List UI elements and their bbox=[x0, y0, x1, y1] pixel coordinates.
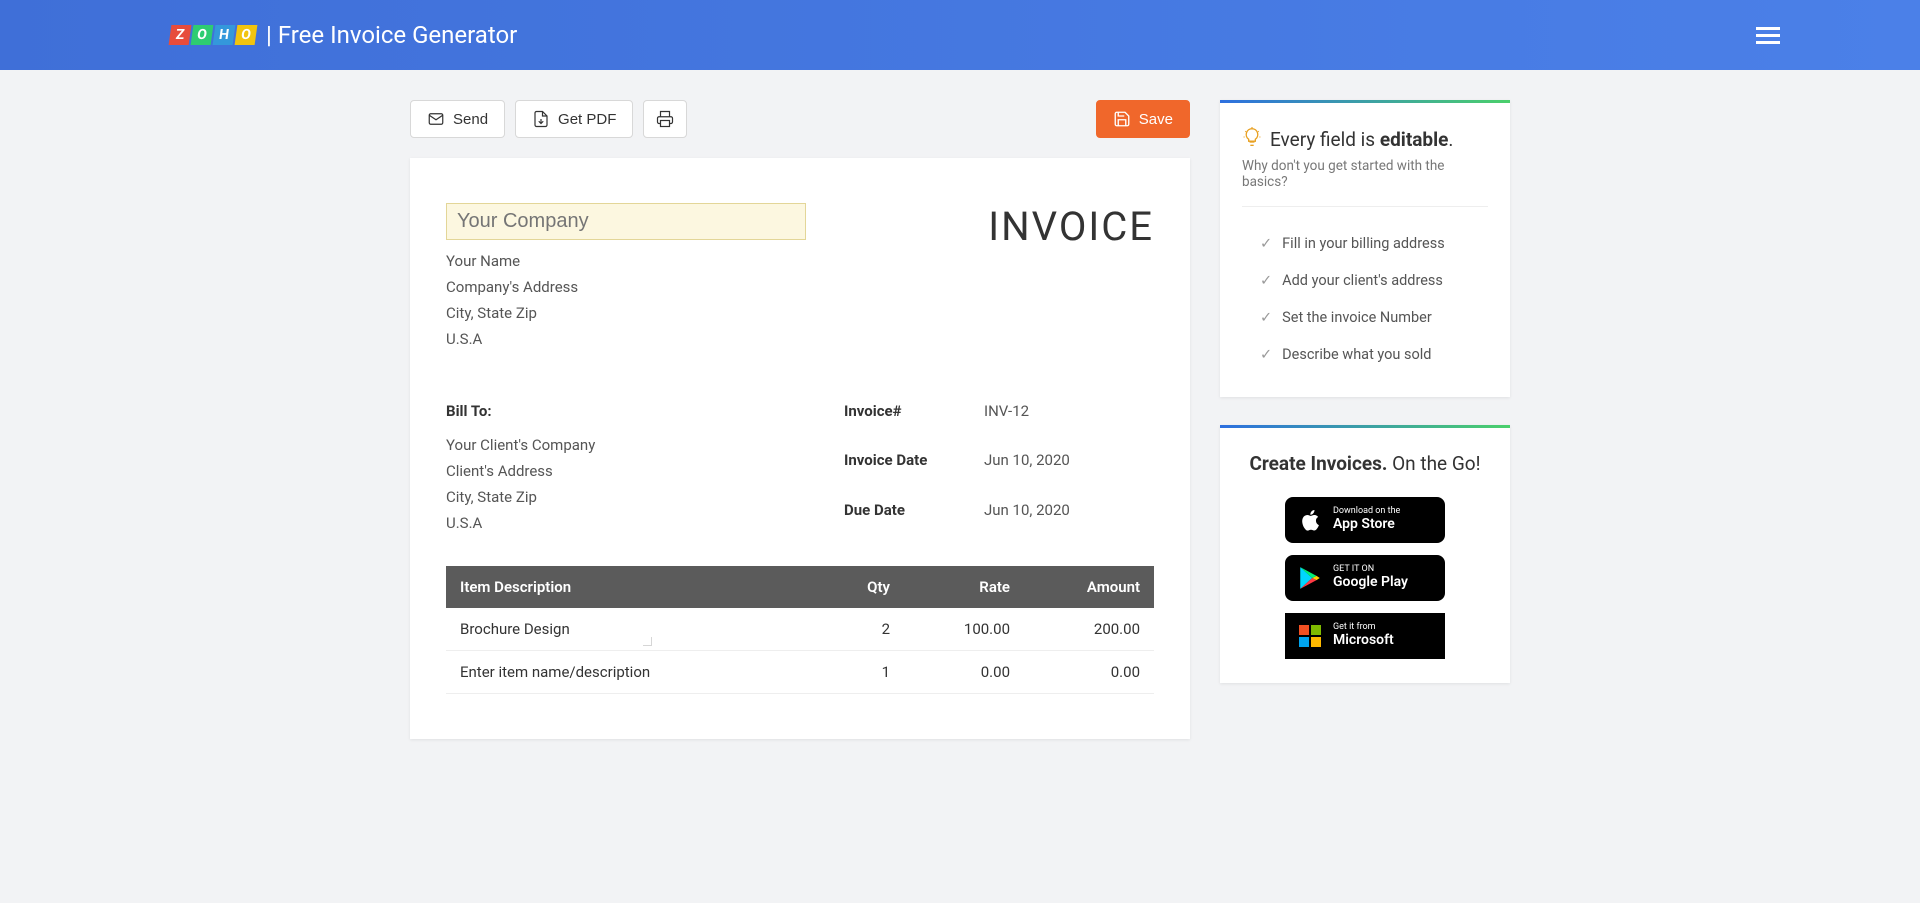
google-play-icon bbox=[1297, 565, 1323, 591]
client-company-field[interactable]: Your Client's Company bbox=[446, 432, 814, 458]
tip-item: Describe what you sold bbox=[1260, 336, 1488, 373]
google-play-badge[interactable]: GET IT ONGoogle Play bbox=[1285, 555, 1445, 601]
col-qty: Qty bbox=[814, 566, 904, 608]
company-address-field[interactable]: Company's Address bbox=[446, 274, 806, 300]
col-rate: Rate bbox=[904, 566, 1024, 608]
item-desc[interactable]: Brochure Design bbox=[446, 608, 814, 651]
microsoft-badge[interactable]: Get it fromMicrosoft bbox=[1285, 613, 1445, 659]
company-name-input[interactable] bbox=[446, 203, 806, 240]
promo-card: Create Invoices. On the Go! Download on … bbox=[1220, 425, 1510, 683]
items-table: Item Description Qty Rate Amount Brochur… bbox=[446, 566, 1154, 694]
lightbulb-icon bbox=[1242, 127, 1262, 152]
client-address-field[interactable]: Client's Address bbox=[446, 458, 814, 484]
get-pdf-button[interactable]: Get PDF bbox=[515, 100, 633, 138]
invoice-number-label: Invoice# bbox=[844, 402, 964, 437]
table-row-new: Enter item name/description 1 0.00 0.00 bbox=[446, 651, 1154, 694]
tips-card: Every field is editable. Why don't you g… bbox=[1220, 100, 1510, 397]
invoice-title[interactable]: INVOICE bbox=[988, 203, 1154, 352]
pdf-icon bbox=[532, 110, 550, 128]
client-country-field[interactable]: U.S.A bbox=[446, 510, 814, 536]
microsoft-icon bbox=[1297, 623, 1323, 649]
new-item-desc[interactable]: Enter item name/description bbox=[446, 651, 814, 694]
bill-to-label: Bill To: bbox=[446, 402, 814, 420]
apple-icon bbox=[1297, 507, 1323, 533]
col-amount: Amount bbox=[1024, 566, 1154, 608]
invoice-date-label: Invoice Date bbox=[844, 451, 964, 486]
mail-icon bbox=[427, 110, 445, 128]
table-row: Brochure Design 2 100.00 200.00 bbox=[446, 608, 1154, 651]
invoice-card: Your Name Company's Address City, State … bbox=[410, 158, 1190, 739]
item-qty[interactable]: 2 bbox=[814, 608, 904, 651]
item-rate[interactable]: 100.00 bbox=[904, 608, 1024, 651]
invoice-number-value[interactable]: INV-12 bbox=[984, 402, 1154, 437]
tip-item: Fill in your billing address bbox=[1260, 225, 1488, 262]
brand: ZOHO | Free Invoice Generator bbox=[170, 21, 517, 49]
company-country-field[interactable]: U.S.A bbox=[446, 326, 806, 352]
app-title: | Free Invoice Generator bbox=[266, 21, 517, 49]
app-store-badge[interactable]: Download on theApp Store bbox=[1285, 497, 1445, 543]
send-button[interactable]: Send bbox=[410, 100, 505, 138]
tip-item: Add your client's address bbox=[1260, 262, 1488, 299]
zoho-logo: ZOHO bbox=[170, 25, 256, 45]
save-button[interactable]: Save bbox=[1096, 100, 1190, 138]
your-name-field[interactable]: Your Name bbox=[446, 248, 806, 274]
menu-icon[interactable] bbox=[1756, 27, 1780, 44]
tip-item: Set the invoice Number bbox=[1260, 299, 1488, 336]
new-item-qty[interactable]: 1 bbox=[814, 651, 904, 694]
item-amount: 200.00 bbox=[1024, 608, 1154, 651]
toolbar: Send Get PDF Save bbox=[410, 100, 1190, 138]
tips-subtitle: Why don't you get started with the basic… bbox=[1242, 158, 1488, 190]
col-desc: Item Description bbox=[446, 566, 814, 608]
company-city-field[interactable]: City, State Zip bbox=[446, 300, 806, 326]
tips-list: Fill in your billing address Add your cl… bbox=[1242, 225, 1488, 373]
save-icon bbox=[1113, 110, 1131, 128]
tips-title: Every field is editable. bbox=[1242, 127, 1488, 152]
new-item-amount: 0.00 bbox=[1024, 651, 1154, 694]
due-date-value[interactable]: Jun 10, 2020 bbox=[984, 501, 1154, 536]
due-date-label: Due Date bbox=[844, 501, 964, 536]
new-item-rate[interactable]: 0.00 bbox=[904, 651, 1024, 694]
client-city-field[interactable]: City, State Zip bbox=[446, 484, 814, 510]
promo-title: Create Invoices. On the Go! bbox=[1242, 452, 1488, 475]
invoice-date-value[interactable]: Jun 10, 2020 bbox=[984, 451, 1154, 486]
print-icon bbox=[656, 110, 674, 128]
print-button[interactable] bbox=[643, 100, 687, 138]
topbar: ZOHO | Free Invoice Generator bbox=[0, 0, 1920, 70]
